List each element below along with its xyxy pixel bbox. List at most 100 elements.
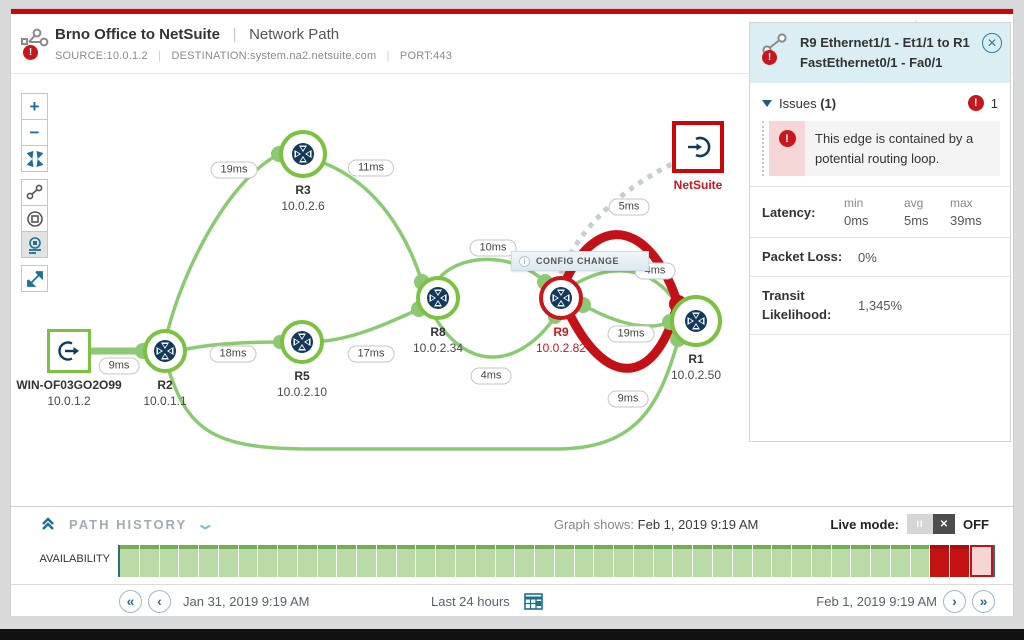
availability-segment-down[interactable] xyxy=(930,545,949,577)
availability-label: AVAILABILITY xyxy=(11,545,118,577)
availability-segment-up[interactable] xyxy=(199,545,218,577)
graph-shows-time: Feb 1, 2019 9:19 AM xyxy=(638,517,759,532)
edge-latency-label: 10ms xyxy=(470,240,517,257)
availability-segment-up[interactable] xyxy=(160,545,179,577)
graph-node-R5[interactable]: R510.0.2.10 xyxy=(280,320,324,364)
history-start-time: Jan 31, 2019 9:19 AM xyxy=(183,594,309,609)
calendar-grid-icon[interactable] xyxy=(524,593,543,610)
issue-severity-flag: ! xyxy=(769,121,805,176)
availability-segment-up[interactable] xyxy=(179,545,198,577)
availability-segment-up[interactable] xyxy=(219,545,238,577)
path-history-panel: PATH HISTORY ⌄ Graph shows: Feb 1, 2019 … xyxy=(11,506,1013,616)
availability-segment-up[interactable] xyxy=(278,545,297,577)
availability-segment-up[interactable] xyxy=(575,545,594,577)
topology-view-button[interactable] xyxy=(21,179,48,206)
availability-segment-up[interactable] xyxy=(812,545,831,577)
zoom-out-button[interactable]: − xyxy=(21,119,48,146)
node-label: R210.0.1.1 xyxy=(85,378,245,408)
graph-node-R3[interactable]: R310.0.2.6 xyxy=(279,130,327,178)
step-back-button[interactable]: ‹ xyxy=(148,590,171,613)
graph-node-R8[interactable]: R810.0.2.34 xyxy=(416,276,460,320)
availability-segment-up[interactable] xyxy=(258,545,277,577)
availability-segment-up[interactable] xyxy=(772,545,791,577)
availability-segment-down[interactable] xyxy=(950,545,969,577)
availability-segment-up[interactable] xyxy=(298,545,317,577)
close-panel-button[interactable]: ✕ xyxy=(982,33,1002,53)
edge-details-header: ! R9 Ethernet1/1 - Et1/1 to R1 FastEther… xyxy=(750,23,1010,83)
availability-segment-up[interactable] xyxy=(476,545,495,577)
destination-label: DESTINATION:system.na2.netsuite.com xyxy=(171,50,376,62)
edge-latency-label: 19ms xyxy=(608,326,655,343)
availability-segment-up[interactable] xyxy=(436,545,455,577)
availability-segment-up[interactable] xyxy=(535,545,554,577)
source-endpoint-icon xyxy=(56,338,82,364)
live-mode-toggle[interactable]: II ✕ xyxy=(907,514,955,534)
availability-segment-up[interactable] xyxy=(318,545,337,577)
availability-segment-up[interactable] xyxy=(555,545,574,577)
graph-node-R1[interactable]: R110.0.2.50 xyxy=(670,295,722,347)
availability-segment-up[interactable] xyxy=(594,545,613,577)
availability-segment-up[interactable] xyxy=(416,545,435,577)
graph-node-WIN-OF03GO2O99[interactable]: WIN-OF03GO2O9910.0.1.2 xyxy=(47,329,91,373)
availability-segment-up[interactable] xyxy=(832,545,851,577)
expand-icon xyxy=(27,271,43,287)
graph-edges xyxy=(11,74,751,506)
latency-avg: 5ms xyxy=(904,213,950,228)
graph-node-R9[interactable]: R910.0.2.82 xyxy=(539,276,583,320)
issue-list-item[interactable]: ! This edge is contained by a potential … xyxy=(762,121,1000,176)
zoom-in-button[interactable]: + xyxy=(21,93,48,120)
edge-latency-label: 18ms xyxy=(210,346,257,363)
availability-segment-up[interactable] xyxy=(891,545,910,577)
availability-segment-up[interactable] xyxy=(911,545,930,577)
graph-node-NetSuite[interactable]: NetSuite xyxy=(672,121,724,173)
live-mode-label: Live mode: xyxy=(830,517,899,532)
availability-segment-up[interactable] xyxy=(120,545,139,577)
step-forward-button[interactable]: › xyxy=(943,590,966,613)
detail-view-button[interactable] xyxy=(21,231,48,258)
square-in-circle-icon xyxy=(26,210,44,228)
availability-segment-up[interactable] xyxy=(753,545,772,577)
router-icon xyxy=(426,286,450,310)
zoom-fit-button[interactable] xyxy=(21,145,48,172)
availability-segment-up[interactable] xyxy=(654,545,673,577)
availability-segment-up[interactable] xyxy=(713,545,732,577)
availability-segment-selected[interactable] xyxy=(970,545,993,577)
chevron-down-icon[interactable]: ⌄ xyxy=(195,515,215,533)
availability-segment-up[interactable] xyxy=(397,545,416,577)
jump-end-button[interactable]: » xyxy=(972,590,995,613)
availability-segment-up[interactable] xyxy=(337,545,356,577)
availability-segment-up[interactable] xyxy=(673,545,692,577)
availability-segment-up[interactable] xyxy=(496,545,515,577)
availability-segment-up[interactable] xyxy=(377,545,396,577)
node-view-button[interactable] xyxy=(21,205,48,232)
graph-node-R2[interactable]: R210.0.1.1 xyxy=(143,329,187,373)
availability-segment-up[interactable] xyxy=(871,545,890,577)
availability-segment-up[interactable] xyxy=(140,545,159,577)
collapse-panel-icon[interactable] xyxy=(41,517,55,531)
availability-segment-up[interactable] xyxy=(456,545,475,577)
history-end-time: Feb 1, 2019 9:19 AM xyxy=(816,594,937,609)
availability-segment-up[interactable] xyxy=(851,545,870,577)
availability-segment-up[interactable] xyxy=(733,545,752,577)
availability-segment-up[interactable] xyxy=(634,545,653,577)
edge-stats: Latency: min0ms avg5ms max39ms Packet Lo… xyxy=(750,186,1010,335)
availability-segment-up[interactable] xyxy=(515,545,534,577)
fullscreen-button[interactable] xyxy=(21,265,48,292)
edge-latency-label: 9ms xyxy=(99,358,140,375)
edge-latency-label: 4ms xyxy=(471,368,512,385)
latency-min: 0ms xyxy=(844,213,904,228)
issues-section-header[interactable]: Issues (1) ! 1 xyxy=(750,83,1010,119)
availability-segment-up[interactable] xyxy=(792,545,811,577)
availability-timeline[interactable] xyxy=(118,545,995,577)
circle-dot-lines-icon xyxy=(26,236,44,254)
source-label: SOURCE:10.0.1.2 xyxy=(55,50,148,62)
availability-segment-up[interactable] xyxy=(357,545,376,577)
availability-segment-up[interactable] xyxy=(693,545,712,577)
availability-segment-up[interactable] xyxy=(239,545,258,577)
jump-start-button[interactable]: « xyxy=(119,590,142,613)
edge-latency-label: 9ms xyxy=(608,391,649,408)
latency-max: 39ms xyxy=(950,213,1000,228)
router-icon xyxy=(153,339,177,363)
config-change-badge[interactable]: i CONFIG CHANGE xyxy=(511,251,649,271)
availability-segment-up[interactable] xyxy=(614,545,633,577)
